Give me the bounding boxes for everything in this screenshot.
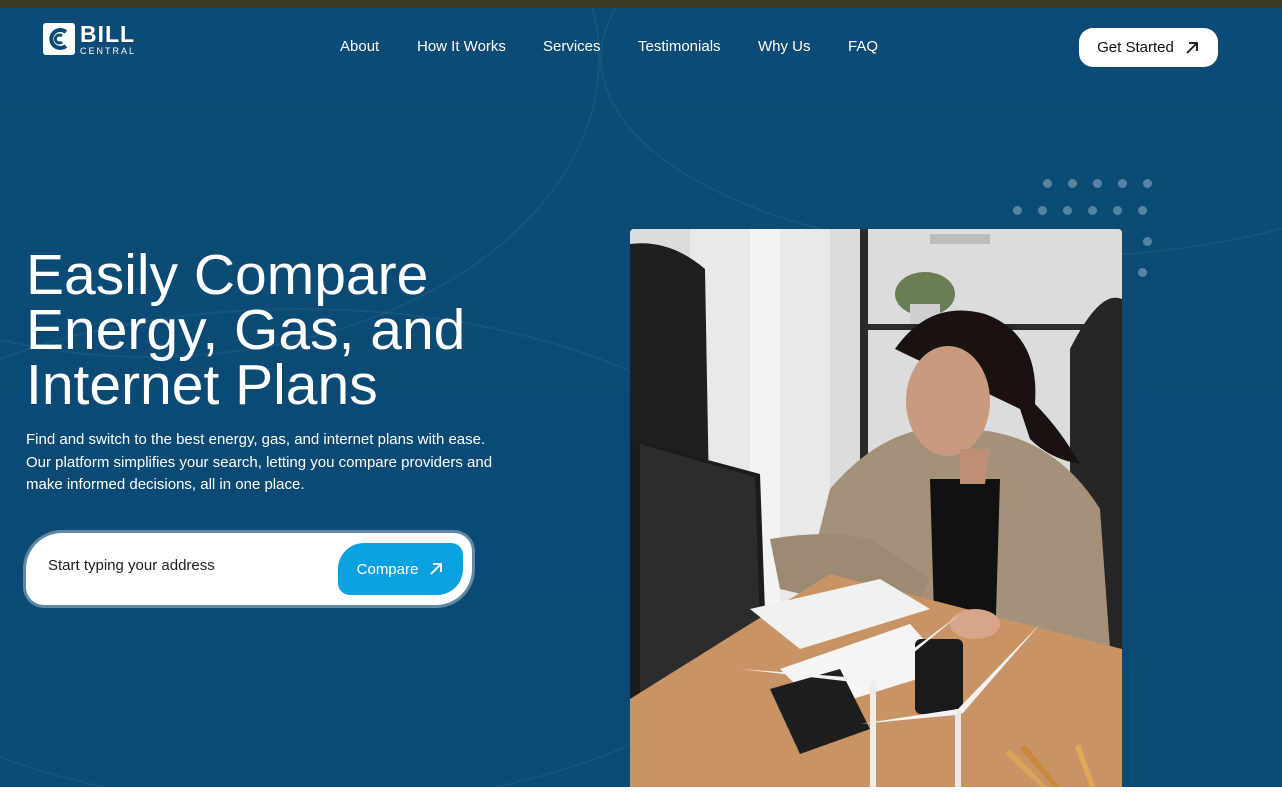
woman-working-at-desk-photo: [630, 229, 1122, 800]
logo-icon: [43, 23, 75, 55]
brand-logo[interactable]: BILL CENTRAL: [42, 22, 136, 56]
get-started-button[interactable]: Get Started: [1079, 28, 1218, 67]
get-started-label: Get Started: [1097, 39, 1174, 56]
headline-line: Energy, Gas, and: [26, 298, 466, 362]
nav-faq[interactable]: FAQ: [848, 38, 878, 55]
headline-line: Internet Plans: [26, 353, 378, 417]
address-input[interactable]: [48, 557, 328, 574]
hero-headline: Easily Compare Energy, Gas, and Internet…: [26, 243, 586, 417]
arrow-up-right-icon: [430, 563, 443, 575]
top-bar: [0, 0, 1282, 8]
nav-why-us[interactable]: Why Us: [758, 38, 811, 55]
hero-photo: [630, 229, 1122, 800]
nav-how-it-works[interactable]: How It Works: [417, 38, 506, 55]
hero-description: Find and switch to the best energy, gas,…: [26, 431, 493, 493]
address-search-bar: Compare: [26, 533, 472, 605]
headline-line: Easily Compare: [26, 243, 429, 307]
bottom-strip: [0, 787, 1282, 800]
arrow-up-right-icon: [1186, 41, 1198, 54]
nav-about[interactable]: About: [340, 38, 379, 55]
nav-services[interactable]: Services: [543, 38, 601, 55]
brand-name: BILL: [80, 20, 136, 47]
compare-label: Compare: [356, 560, 419, 578]
brand-subname: CENTRAL: [80, 45, 137, 56]
compare-button[interactable]: Compare: [338, 543, 463, 595]
nav-testimonials[interactable]: Testimonials: [638, 38, 721, 55]
